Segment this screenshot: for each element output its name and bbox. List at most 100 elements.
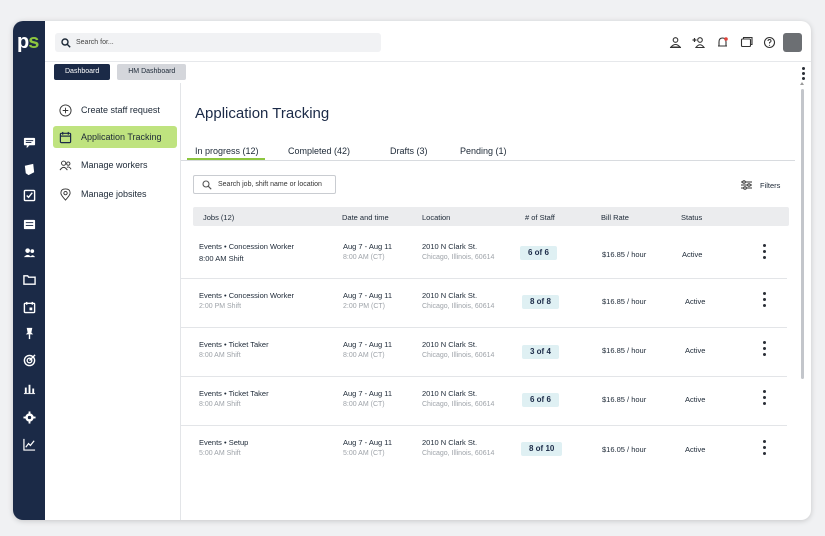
date-range: Aug 7 - Aug 11: [343, 438, 393, 447]
table-row[interactable]: Events • Ticket Taker 8:00 AM Shift Aug …: [181, 377, 787, 426]
column-header-staff[interactable]: # of Staff: [525, 213, 555, 222]
job-title[interactable]: Events • Ticket Taker: [199, 340, 269, 349]
staff-count-badge: 8 of 10: [521, 442, 563, 456]
bar-chart-icon[interactable]: [22, 381, 36, 395]
row-menu-icon[interactable]: [763, 292, 766, 310]
filters-button[interactable]: Filters: [741, 180, 780, 190]
shift-name: 8:00 AM Shift: [199, 254, 244, 263]
ps-logo[interactable]: ps: [17, 31, 43, 53]
page-title: Application Tracking: [195, 105, 330, 122]
bill-rate: $16.85 / hour: [602, 346, 647, 355]
staff-count-badge: 8 of 8: [522, 295, 559, 309]
sliders-icon: [741, 180, 752, 190]
staff-count-badge: 3 of 4: [522, 345, 559, 359]
city: Chicago, Illinois, 60614: [422, 401, 495, 408]
help-icon[interactable]: [763, 36, 776, 49]
plus-circle-icon: [59, 103, 72, 117]
address: 2010 N Clark St.: [422, 291, 478, 300]
folder-icon[interactable]: [22, 272, 36, 286]
top-bar: Search for...: [45, 21, 811, 62]
shift-name: 5:00 AM Shift: [199, 450, 241, 457]
date-range: Aug 7 - Aug 11: [343, 242, 393, 251]
job-title[interactable]: Events • Setup: [199, 438, 248, 447]
shift-name: 8:00 AM Shift: [199, 352, 241, 359]
side-nav: Create staff request Application Trackin…: [45, 83, 181, 520]
id-card-icon[interactable]: [22, 217, 36, 231]
search-icon: [61, 37, 71, 48]
column-header-date[interactable]: Date and time: [342, 213, 389, 222]
column-header-bill-rate[interactable]: Bill Rate: [601, 213, 629, 222]
sidebar-item-application-tracking[interactable]: Application Tracking: [53, 126, 177, 148]
sidebar-item-manage-jobsites[interactable]: Manage jobsites: [53, 183, 177, 205]
column-header-status[interactable]: Status: [681, 213, 702, 222]
bill-rate: $16.85 / hour: [602, 297, 647, 306]
table-row[interactable]: Events • Concession Worker 8:00 AM Shift…: [181, 230, 787, 279]
shift-time: 8:00 AM (CT): [343, 401, 385, 408]
search-icon: [202, 179, 212, 190]
checklist-icon[interactable]: [22, 188, 36, 202]
bell-icon[interactable]: [716, 36, 729, 49]
job-title[interactable]: Events • Concession Worker: [199, 291, 294, 300]
app-window: ps Search for... Dashboard HM Dashboard: [13, 21, 811, 520]
tab-drafts[interactable]: Drafts (3): [390, 146, 428, 156]
sidebar-item-label: Manage jobsites: [81, 189, 147, 199]
job-search-input[interactable]: Search job, shift name or location: [193, 175, 336, 194]
people-icon: [59, 160, 72, 170]
global-search-input[interactable]: Search for...: [55, 33, 381, 52]
line-chart-icon[interactable]: [22, 437, 36, 451]
chat-icon[interactable]: [22, 135, 36, 149]
target-icon[interactable]: [22, 353, 36, 367]
add-user-icon[interactable]: [692, 36, 706, 49]
shift-time: 8:00 AM (CT): [343, 352, 385, 359]
date-range: Aug 7 - Aug 11: [343, 291, 393, 300]
gear-icon[interactable]: [22, 410, 36, 424]
sidebar-item-label: Application Tracking: [81, 132, 162, 142]
row-menu-icon[interactable]: [763, 440, 766, 458]
tab-dashboard[interactable]: Dashboard: [54, 64, 111, 80]
job-title[interactable]: Events • Ticket Taker: [199, 389, 269, 398]
table-row[interactable]: Events • Concession Worker 2:00 PM Shift…: [181, 279, 787, 328]
job-title[interactable]: Events • Concession Worker: [199, 242, 294, 251]
pin-icon[interactable]: [22, 326, 36, 340]
date-range: Aug 7 - Aug 11: [343, 340, 393, 349]
row-menu-icon[interactable]: [763, 390, 766, 408]
row-menu-icon[interactable]: [763, 244, 766, 262]
city: Chicago, Illinois, 60614: [422, 303, 495, 310]
scrollbar[interactable]: [801, 89, 804, 379]
dashboard-tabs: Dashboard HM Dashboard: [54, 64, 187, 80]
date-range: Aug 7 - Aug 11: [343, 389, 393, 398]
address: 2010 N Clark St.: [422, 340, 478, 349]
status-text: Active: [685, 346, 706, 355]
sidebar-item-create-staff-request[interactable]: Create staff request: [53, 99, 177, 121]
shift-name: 8:00 AM Shift: [199, 401, 241, 408]
shield-icon[interactable]: [22, 162, 36, 176]
tab-in-progress[interactable]: In progress (12): [195, 146, 259, 156]
shift-time: 8:00 AM (CT): [343, 254, 385, 261]
table-row[interactable]: Events • Setup 5:00 AM Shift Aug 7 - Aug…: [181, 426, 787, 475]
address: 2010 N Clark St.: [422, 438, 478, 447]
staff-count-badge: 6 of 6: [522, 393, 559, 407]
sidebar-item-manage-workers[interactable]: Manage workers: [53, 154, 177, 176]
tab-completed[interactable]: Completed (42): [288, 146, 350, 156]
tab-hm-dashboard[interactable]: HM Dashboard: [117, 64, 187, 80]
tab-pending[interactable]: Pending (1): [460, 146, 507, 156]
page-menu-icon[interactable]: [802, 67, 805, 82]
person-icon[interactable]: [669, 36, 682, 49]
status-text: Active: [685, 445, 706, 454]
address: 2010 N Clark St.: [422, 242, 478, 251]
scroll-up-arrow[interactable]: [800, 82, 804, 85]
column-header-jobs[interactable]: Jobs (12): [203, 213, 234, 222]
sidebar-item-label: Create staff request: [81, 105, 160, 115]
calendar-icon[interactable]: [22, 300, 36, 314]
active-tab-indicator: [187, 158, 265, 160]
users-icon[interactable]: [22, 245, 36, 259]
status-text: Active: [685, 297, 706, 306]
avatar[interactable]: [783, 33, 802, 52]
row-menu-icon[interactable]: [763, 341, 766, 359]
column-header-location[interactable]: Location: [422, 213, 450, 222]
windows-icon[interactable]: [740, 36, 753, 49]
table-row[interactable]: Events • Ticket Taker 8:00 AM Shift Aug …: [181, 328, 787, 377]
icon-rail: ps: [13, 21, 45, 520]
job-search-placeholder: Search job, shift name or location: [218, 181, 322, 188]
main-content: Application Tracking In progress (12) Co…: [181, 83, 811, 520]
